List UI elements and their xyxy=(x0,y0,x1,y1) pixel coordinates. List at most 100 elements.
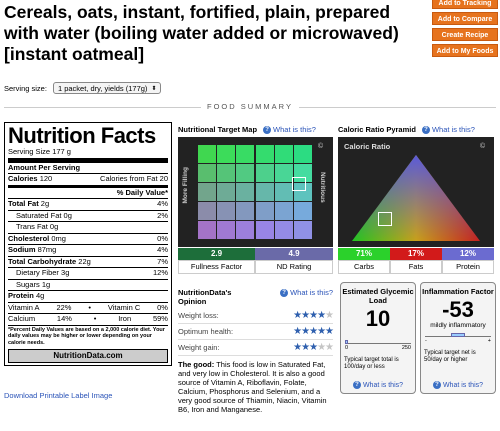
label-footnote: *Percent Daily Values are based on a 2,0… xyxy=(8,324,168,347)
daily-value-header: % Daily Value* xyxy=(8,184,168,199)
inflammation-help-link[interactable]: ? What is this? xyxy=(421,381,495,389)
map-cell xyxy=(274,183,293,201)
pyramid-title: Caloric Ratio Pyramid xyxy=(338,125,416,134)
more-filling-label: More Filling xyxy=(182,167,189,204)
map-cell xyxy=(198,183,217,201)
opinion-row-label: Weight gain: xyxy=(178,343,220,352)
good-summary: The good: This food is low in Saturated … xyxy=(178,360,327,414)
map-cell xyxy=(293,202,312,220)
map-cell xyxy=(217,221,236,239)
fullness-factor-value: 2.9 xyxy=(178,248,255,260)
map-cell xyxy=(217,145,236,163)
add-to-compare-button[interactable]: Add to Compare xyxy=(432,12,498,25)
map-cell xyxy=(198,164,217,182)
create-recipe-button[interactable]: Create Recipe xyxy=(432,28,498,41)
caloric-ratio-pyramid: Caloric Ratio © xyxy=(338,137,494,247)
star-icon: ★ xyxy=(293,342,302,353)
opinion-row: Optimum health: ★★★★★ xyxy=(178,324,334,340)
glycemic-load-title: Estimated Glycemic Load xyxy=(342,287,414,305)
star-icon: ★ xyxy=(301,342,310,353)
star-icon: ★ xyxy=(325,310,334,321)
updown-arrow-icon: ⬍ xyxy=(151,85,157,92)
add-to-my-foods-button[interactable]: Add to My Foods xyxy=(432,44,498,57)
action-buttons: Add to Tracking Add to Compare Create Re… xyxy=(432,0,498,60)
map-cell xyxy=(255,202,274,220)
map-cell xyxy=(217,164,236,182)
star-icon: ★ xyxy=(293,310,302,321)
pyramid-header: Caloric Ratio Pyramid ? What is this? xyxy=(338,125,475,134)
star-icon: ★ xyxy=(317,310,326,321)
map-cell xyxy=(274,221,293,239)
star-icon: ★ xyxy=(309,326,318,337)
nutrition-facts-label: Nutrition Facts Serving Size 177 g Amoun… xyxy=(4,122,172,366)
inflammation-factor-box: Inflammation Factor -53 mildly inflammat… xyxy=(420,282,496,394)
glycemic-scale: 0 250 xyxy=(345,340,411,355)
nutrition-facts-heading: Nutrition Facts xyxy=(8,123,156,148)
star-icon: ★ xyxy=(325,326,334,337)
glycemic-load-box: Estimated Glycemic Load 10 0 250 Typical … xyxy=(340,282,416,394)
star-icon: ★ xyxy=(309,310,318,321)
map-cell xyxy=(255,183,274,201)
target-map-grid xyxy=(198,145,313,240)
map-cell xyxy=(198,145,217,163)
opinion-help-link[interactable]: ? What is this? xyxy=(280,288,333,297)
pyramid-marker xyxy=(378,212,392,226)
fats-label: Fats xyxy=(390,260,442,274)
serving-size-select[interactable]: 1 packet, dry, yields (177g) ⬍ xyxy=(52,82,162,94)
opinion-row-label: Weight loss: xyxy=(178,311,219,320)
inflammation-note: Typical target net is 50/day or higher xyxy=(424,350,476,363)
download-label-link[interactable]: Download Printable Label Image xyxy=(4,391,112,400)
nutrient-row: Trans Fat 0g xyxy=(8,221,168,233)
nutrient-row: Cholesterol 0mg 0% xyxy=(8,232,168,243)
map-cell xyxy=(293,221,312,239)
map-cell xyxy=(236,183,255,201)
nutrient-row: Saturated Fat 0g 2% xyxy=(8,209,168,222)
map-cell xyxy=(255,145,274,163)
target-map-help-link[interactable]: ? What is this? xyxy=(263,125,316,134)
map-cell xyxy=(255,221,274,239)
carbs-value: 71% xyxy=(338,248,390,260)
star-icon: ★ xyxy=(325,342,334,353)
serving-size-row: Serving size: 1 packet, dry, yields (177… xyxy=(4,82,162,94)
protein-label: Protein xyxy=(442,260,494,274)
pyramid-help-link[interactable]: ? What is this? xyxy=(421,125,475,134)
map-cell xyxy=(274,164,293,182)
amount-per-serving: Amount Per Serving xyxy=(8,157,168,174)
map-cell xyxy=(255,164,274,182)
page-title: Cereals, oats, instant, fortified, plain… xyxy=(4,2,399,64)
glycemic-help-link[interactable]: ? What is this? xyxy=(341,381,415,389)
vitamin-row: Vitamin A 22% • Vitamin C 0% xyxy=(8,301,168,312)
nutritional-target-map: More Filling Nutritious © xyxy=(178,137,333,247)
star-icon: ★ xyxy=(301,310,310,321)
star-icon: ★ xyxy=(317,342,326,353)
target-map-header: Nutritional Target Map ? What is this? xyxy=(178,125,316,134)
nutritious-label: Nutritious xyxy=(319,172,326,203)
nutrient-row: Dietary Fiber 3g 12% xyxy=(8,267,168,279)
star-icon: ★ xyxy=(301,326,310,337)
nd-rating-label: ND Rating xyxy=(255,260,333,274)
star-rating: ★★★★★ xyxy=(293,342,334,353)
nutrient-row: Sugars 1g xyxy=(8,278,168,291)
glycemic-note: Typical target total is 100/day or less xyxy=(344,357,399,370)
calories-row: Calories 120 Calories from Fat 20 xyxy=(8,173,168,183)
opinion-row-label: Optimum health: xyxy=(178,327,234,336)
inflammation-sub: mildly inflammatory xyxy=(430,322,486,329)
star-icon: ★ xyxy=(309,342,318,353)
serving-size-line: Serving Size 177 g xyxy=(8,147,71,156)
map-cell xyxy=(274,202,293,220)
opinion-row: Weight loss: ★★★★★ xyxy=(178,308,334,324)
add-to-tracking-button[interactable]: Add to Tracking xyxy=(432,0,498,9)
fats-value: 17% xyxy=(390,248,442,260)
map-cell xyxy=(217,202,236,220)
serving-size-label: Serving size: xyxy=(4,83,47,93)
opinion-title: NutritionData's Opinion xyxy=(178,288,232,306)
protein-value: 12% xyxy=(442,248,494,260)
inflammation-scale: - + xyxy=(425,333,491,348)
opinion-row: Weight gain: ★★★★★ xyxy=(178,340,334,356)
help-icon: ? xyxy=(421,125,430,134)
fullness-factor-label: Fullness Factor xyxy=(178,260,255,274)
target-scores: 2.9 Fullness Factor 4.9 ND Rating xyxy=(178,248,333,274)
nd-rating-value: 4.9 xyxy=(255,248,333,260)
copyright-mark: © xyxy=(318,143,324,150)
carbs-label: Carbs xyxy=(338,260,390,274)
